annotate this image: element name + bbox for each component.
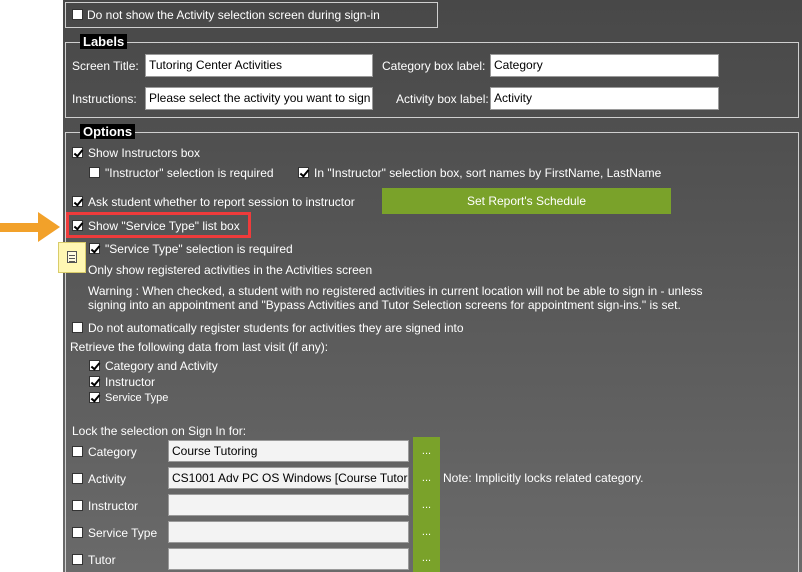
activity-settings-panel: Do not show the Activity selection scree…	[63, 0, 802, 572]
lock-tutor-label: Tutor	[88, 553, 116, 567]
hide-activity-screen-checkbox[interactable]	[72, 9, 83, 20]
lock-tutor-checkbox[interactable]	[72, 554, 83, 565]
service-type-required-label: "Service Type" selection is required	[105, 242, 293, 256]
retrieve-instructor-checkbox[interactable]	[89, 376, 100, 387]
retrieve-instructor-label: Instructor	[105, 375, 156, 389]
options-legend: Options	[80, 124, 136, 139]
warning-text-line2: signing into an appointment and "Bypass …	[88, 298, 681, 312]
lock-activity-note: Note: Implicitly locks related category.	[443, 471, 644, 485]
no-auto-register-label: Do not automatically register students f…	[88, 321, 464, 335]
show-instructors-checkbox[interactable]	[72, 147, 83, 158]
lock-instructor-input[interactable]	[168, 494, 409, 516]
instructor-required-checkbox[interactable]	[89, 167, 100, 178]
lock-tutor-input[interactable]	[168, 548, 409, 570]
instructor-required-label: "Instructor" selection is required	[105, 166, 274, 180]
lock-category-browse-button[interactable]: ...	[413, 437, 440, 465]
lock-category-input[interactable]: Course Tutoring	[168, 440, 409, 462]
instructions-label: Instructions:	[72, 92, 137, 106]
lock-service-type-browse-button[interactable]: ...	[413, 518, 440, 546]
labels-legend: Labels	[80, 34, 128, 49]
retrieve-service-type-label: Service Type	[105, 392, 169, 404]
service-type-required-checkbox[interactable]	[89, 243, 100, 254]
lock-activity-browse-button[interactable]: ...	[413, 464, 440, 492]
lock-activity-label: Activity	[88, 472, 127, 486]
warning-text-line1: Warning : When checked, a student with n…	[88, 284, 703, 298]
activity-box-input[interactable]: Activity	[490, 87, 719, 110]
ask-report-label: Ask student whether to report session to…	[88, 195, 355, 209]
lock-tutor-browse-button[interactable]: ...	[413, 545, 440, 572]
retrieve-category-activity-label: Category and Activity	[105, 359, 218, 373]
lock-heading: Lock the selection on Sign In for:	[72, 424, 247, 438]
sticky-note-icon[interactable]	[58, 242, 86, 273]
category-box-input[interactable]: Category	[490, 54, 719, 77]
screen-title-input[interactable]: Tutoring Center Activities	[145, 54, 373, 77]
lock-category-label: Category	[88, 445, 137, 459]
lock-service-type-label: Service Type	[88, 526, 158, 540]
lock-instructor-label: Instructor	[88, 499, 139, 513]
category-box-label: Category box label:	[382, 59, 486, 73]
set-report-schedule-button[interactable]: Set Report's Schedule	[382, 188, 671, 214]
retrieve-category-activity-checkbox[interactable]	[89, 360, 100, 371]
hide-activity-screen-label: Do not show the Activity selection scree…	[87, 8, 380, 22]
only-registered-label: Only show registered activities in the A…	[88, 263, 373, 277]
activity-box-label: Activity box label:	[396, 92, 489, 106]
lock-instructor-checkbox[interactable]	[72, 500, 83, 511]
show-instructors-label: Show Instructors box	[88, 146, 201, 160]
retrieve-heading: Retrieve the following data from last vi…	[70, 340, 329, 354]
lock-activity-checkbox[interactable]	[72, 473, 83, 484]
ask-report-checkbox[interactable]	[72, 196, 83, 207]
screen-title-label: Screen Title:	[72, 59, 139, 73]
lock-activity-input[interactable]: CS1001 Adv PC OS Windows [Course Tutorin…	[168, 467, 409, 489]
instructions-input[interactable]: Please select the activity you want to s…	[145, 87, 373, 110]
lock-service-type-checkbox[interactable]	[72, 527, 83, 538]
service-type-highlight-box	[66, 212, 251, 238]
sort-names-label: In "Instructor" selection box, sort name…	[314, 166, 662, 180]
no-auto-register-checkbox[interactable]	[72, 322, 83, 333]
pointer-arrow-head-icon	[38, 212, 60, 242]
retrieve-service-type-checkbox[interactable]	[89, 392, 100, 403]
sort-names-checkbox[interactable]	[298, 167, 309, 178]
lock-instructor-browse-button[interactable]: ...	[413, 491, 440, 519]
lock-service-type-input[interactable]	[168, 521, 409, 543]
pointer-arrow-icon	[0, 223, 40, 232]
lock-category-checkbox[interactable]	[72, 446, 83, 457]
